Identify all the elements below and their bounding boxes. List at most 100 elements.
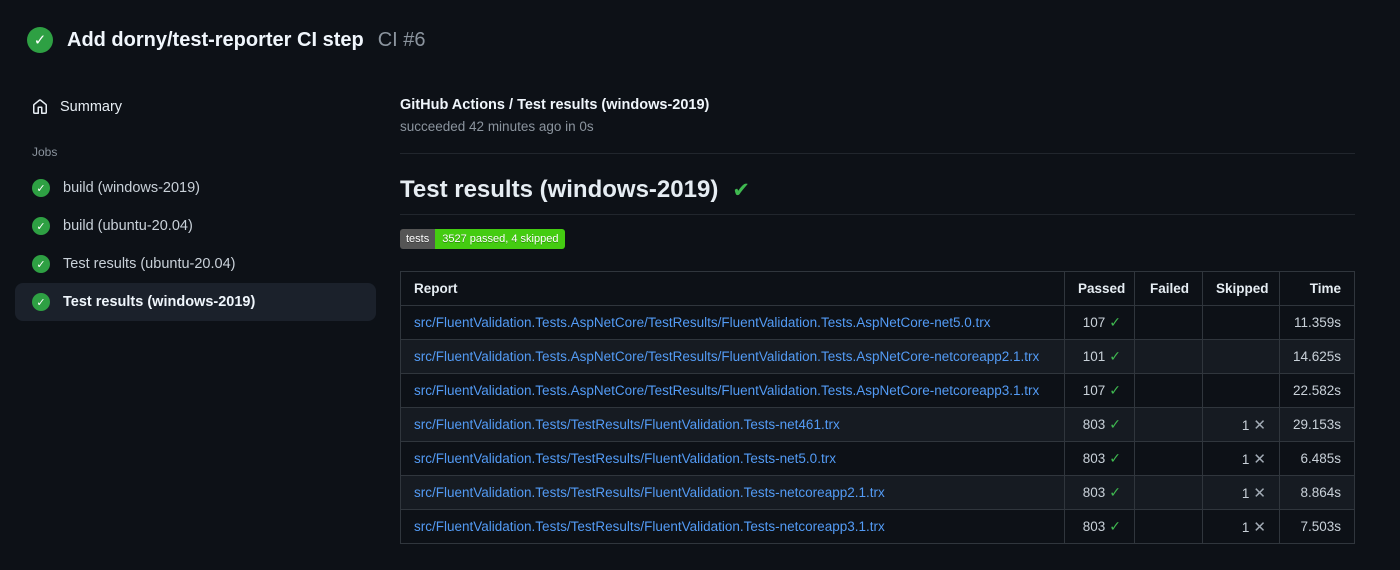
main-content: GitHub Actions / Test results (windows-2… <box>400 79 1400 544</box>
report-link[interactable]: src/FluentValidation.Tests.AspNetCore/Te… <box>414 349 1039 364</box>
run-success-check-icon: ✓ <box>27 27 53 53</box>
job-success-check-icon: ✓ <box>32 255 50 273</box>
page-body: Summary Jobs ✓ build (windows-2019) ✓ build… <box>0 79 1400 544</box>
failed-cell <box>1134 441 1203 476</box>
passed-cell: 107 ✓ <box>1064 305 1135 340</box>
passed-cell: 803 ✓ <box>1064 509 1135 544</box>
time-cell: 8.864s <box>1279 475 1355 510</box>
report-link[interactable]: src/FluentValidation.Tests/TestResults/F… <box>414 451 836 466</box>
home-icon <box>32 99 48 115</box>
tests-badge: tests 3527 passed, 4 skipped <box>400 229 566 249</box>
passed-count: 803 <box>1082 417 1106 432</box>
time-cell: 6.485s <box>1279 441 1355 476</box>
failed-cell <box>1134 305 1203 340</box>
table-row: src/FluentValidation.Tests/TestResults/F… <box>400 407 1355 442</box>
passed-cell: 803 ✓ <box>1064 475 1135 510</box>
skipped-cell: 1 ✕ <box>1202 509 1280 544</box>
failed-cell <box>1134 509 1203 544</box>
table-row: src/FluentValidation.Tests/TestResults/F… <box>400 441 1355 476</box>
pass-check-icon: ✓ <box>1109 314 1121 330</box>
sidebar-job-item[interactable]: ✓ build (ubuntu-20.04) <box>15 207 376 245</box>
passed-cell: 107 ✓ <box>1064 373 1135 408</box>
skipped-count: 1 <box>1241 485 1250 501</box>
report-link[interactable]: src/FluentValidation.Tests/TestResults/F… <box>414 519 885 534</box>
section-success-check-icon: ✔ <box>732 178 750 202</box>
failed-cell <box>1134 475 1203 510</box>
column-header-report: Report <box>400 271 1065 306</box>
job-status-text: succeeded 42 minutes ago in 0s <box>400 119 594 134</box>
report-cell: src/FluentValidation.Tests.AspNetCore/Te… <box>400 373 1065 408</box>
table-row: src/FluentValidation.Tests/TestResults/F… <box>400 475 1355 510</box>
report-link[interactable]: src/FluentValidation.Tests/TestResults/F… <box>414 417 840 432</box>
table-header-row: Report Passed Failed Skipped Time <box>400 271 1355 306</box>
job-success-check-icon: ✓ <box>32 293 50 311</box>
skipped-cell <box>1202 305 1280 340</box>
header-divider <box>400 153 1355 154</box>
report-cell: src/FluentValidation.Tests/TestResults/F… <box>400 475 1065 510</box>
time-cell: 14.625s <box>1279 339 1355 374</box>
passed-cell: 803 ✓ <box>1064 441 1135 476</box>
results-table: Report Passed Failed Skipped Time src/Fl… <box>400 271 1355 544</box>
sidebar-job-item[interactable]: ✓ Test results (windows-2019) <box>15 283 376 321</box>
column-header-time: Time <box>1279 271 1355 306</box>
job-success-check-icon: ✓ <box>32 179 50 197</box>
run-number: CI #6 <box>377 28 426 51</box>
skipped-cell: 1 ✕ <box>1202 407 1280 442</box>
report-link[interactable]: src/FluentValidation.Tests.AspNetCore/Te… <box>414 315 991 330</box>
report-cell: src/FluentValidation.Tests/TestResults/F… <box>400 441 1065 476</box>
skipped-cell <box>1202 339 1280 374</box>
pass-check-icon: ✓ <box>1109 348 1121 364</box>
sidebar-item-summary[interactable]: Summary <box>15 91 376 123</box>
job-label: Test results (ubuntu-20.04) <box>63 256 236 272</box>
pass-check-icon: ✓ <box>1109 382 1121 398</box>
run-title: Add dorny/test-reporter CI step <box>67 28 364 51</box>
report-link[interactable]: src/FluentValidation.Tests.AspNetCore/Te… <box>414 383 1039 398</box>
column-header-failed: Failed <box>1134 271 1203 306</box>
sidebar-job-item[interactable]: ✓ build (windows-2019) <box>15 169 376 207</box>
table-row: src/FluentValidation.Tests.AspNetCore/Te… <box>400 339 1355 374</box>
table-row: src/FluentValidation.Tests.AspNetCore/Te… <box>400 305 1355 340</box>
column-header-skipped: Skipped <box>1202 271 1280 306</box>
tests-badge-value: 3527 passed, 4 skipped <box>435 229 566 249</box>
sidebar-job-item[interactable]: ✓ Test results (ubuntu-20.04) <box>15 245 376 283</box>
passed-count: 803 <box>1082 485 1106 500</box>
report-cell: src/FluentValidation.Tests/TestResults/F… <box>400 509 1065 544</box>
skipped-count: 1 <box>1241 417 1250 433</box>
table-row: src/FluentValidation.Tests/TestResults/F… <box>400 509 1355 544</box>
skipped-cell <box>1202 373 1280 408</box>
table-row: src/FluentValidation.Tests.AspNetCore/Te… <box>400 373 1355 408</box>
failed-cell <box>1134 407 1203 442</box>
job-label: build (ubuntu-20.04) <box>63 218 193 234</box>
report-link[interactable]: src/FluentValidation.Tests/TestResults/F… <box>414 485 885 500</box>
time-cell: 29.153s <box>1279 407 1355 442</box>
run-header: ✓ Add dorny/test-reporter CI step CI #6 <box>0 0 1400 53</box>
skip-x-icon: ✕ <box>1253 416 1266 434</box>
passed-count: 803 <box>1082 519 1106 534</box>
passed-count: 107 <box>1082 383 1106 398</box>
pass-check-icon: ✓ <box>1109 450 1121 466</box>
column-header-passed: Passed <box>1064 271 1135 306</box>
pass-check-icon: ✓ <box>1109 518 1121 534</box>
jobs-section-label: Jobs <box>32 145 58 159</box>
job-label: build (windows-2019) <box>63 180 201 196</box>
passed-count: 107 <box>1082 315 1106 330</box>
skipped-cell: 1 ✕ <box>1202 441 1280 476</box>
skip-x-icon: ✕ <box>1253 484 1266 502</box>
job-success-check-icon: ✓ <box>32 217 50 235</box>
report-cell: src/FluentValidation.Tests.AspNetCore/Te… <box>400 305 1065 340</box>
section-title: Test results (windows-2019) <box>400 176 719 203</box>
pass-check-icon: ✓ <box>1109 416 1121 432</box>
report-cell: src/FluentValidation.Tests.AspNetCore/Te… <box>400 339 1065 374</box>
section-heading: Test results (windows-2019) ✔ <box>400 176 1355 215</box>
sidebar-summary-label: Summary <box>60 99 123 115</box>
passed-count: 803 <box>1082 451 1106 466</box>
jobs-list: ✓ build (windows-2019) ✓ build (ubuntu-20.0… <box>15 169 376 321</box>
failed-cell <box>1134 373 1203 408</box>
failed-cell <box>1134 339 1203 374</box>
report-cell: src/FluentValidation.Tests/TestResults/F… <box>400 407 1065 442</box>
tests-badge-label: tests <box>400 229 436 249</box>
passed-cell: 803 ✓ <box>1064 407 1135 442</box>
skip-x-icon: ✕ <box>1253 450 1266 468</box>
time-cell: 22.582s <box>1279 373 1355 408</box>
passed-count: 101 <box>1082 349 1106 364</box>
